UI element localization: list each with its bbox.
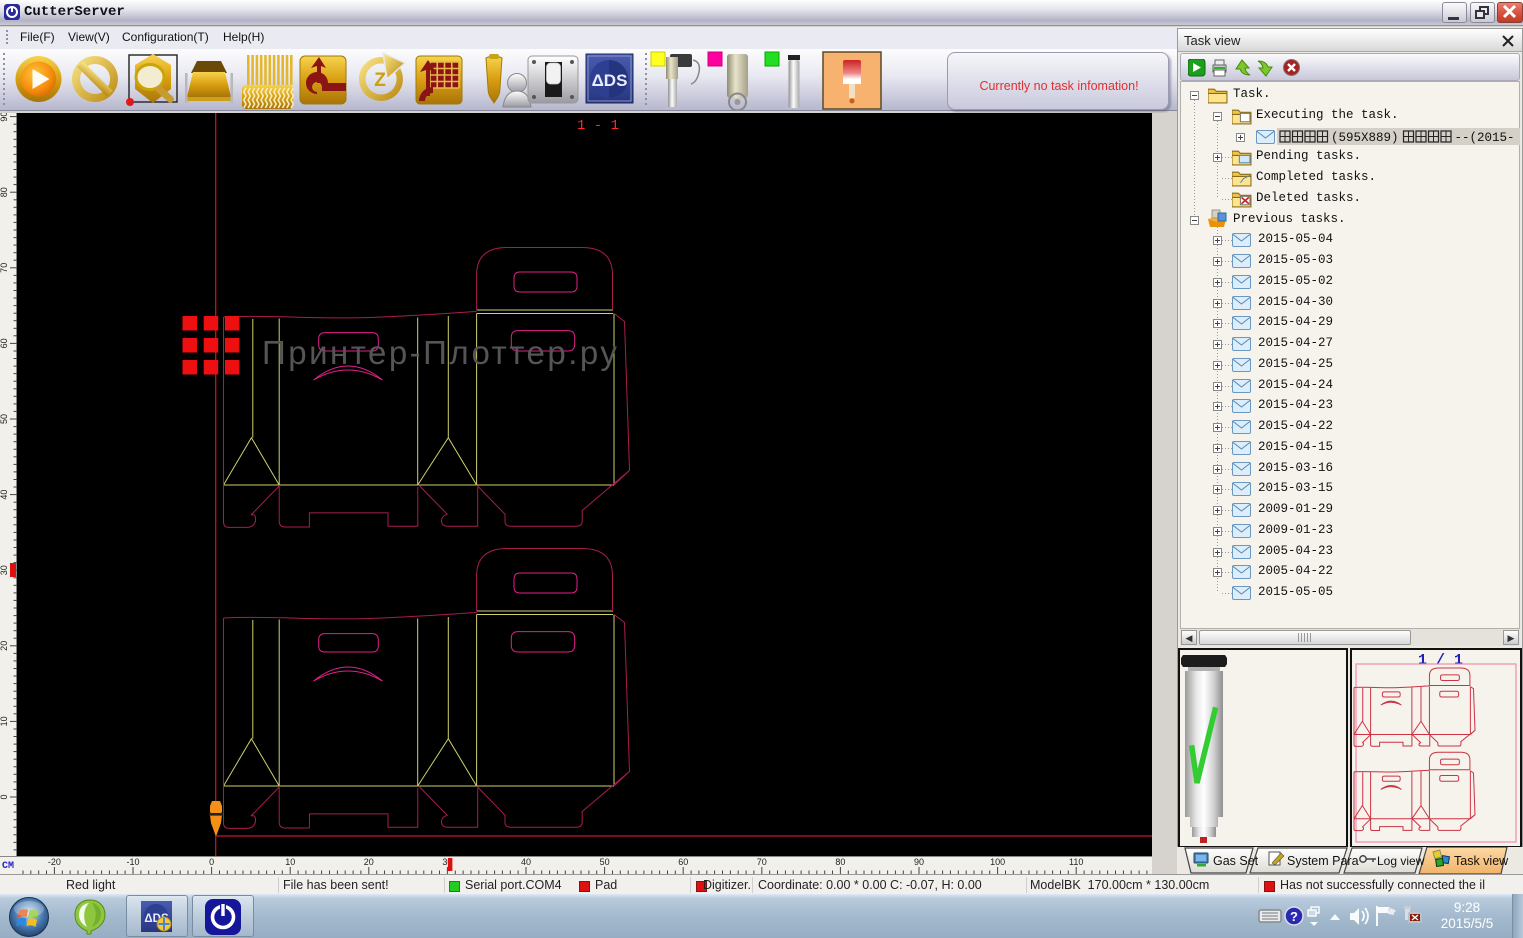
svg-text:CM: CM bbox=[2, 861, 14, 872]
svg-text:?: ? bbox=[1290, 909, 1298, 924]
svg-text:10: 10 bbox=[285, 857, 295, 867]
svg-text:Z: Z bbox=[374, 70, 386, 91]
svg-text:50: 50 bbox=[600, 857, 610, 867]
svg-text:20: 20 bbox=[364, 857, 374, 867]
svg-text:0: 0 bbox=[0, 794, 9, 799]
svg-text:30: 30 bbox=[0, 565, 9, 575]
svg-text:(595X889): (595X889) bbox=[1331, 131, 1399, 144]
svg-text:0: 0 bbox=[209, 857, 214, 867]
svg-text:100: 100 bbox=[990, 857, 1005, 867]
svg-text:10: 10 bbox=[0, 716, 9, 726]
svg-text:1 / 1: 1 / 1 bbox=[1418, 652, 1463, 669]
svg-text:80: 80 bbox=[0, 187, 9, 197]
svg-text:80: 80 bbox=[835, 857, 845, 867]
svg-text:-20: -20 bbox=[48, 857, 61, 867]
svg-text:System Para: System Para bbox=[1287, 854, 1359, 868]
svg-text:50: 50 bbox=[0, 414, 9, 424]
svg-text:Принтер-Плоттер.ру: Принтер-Плоттер.ру bbox=[262, 334, 619, 371]
svg-text:90: 90 bbox=[914, 857, 924, 867]
svg-text:1 - 1: 1 - 1 bbox=[577, 118, 619, 134]
svg-text:Task view: Task view bbox=[1454, 854, 1509, 868]
svg-text:ΔDS: ΔDS bbox=[592, 71, 628, 90]
svg-text:70: 70 bbox=[757, 857, 767, 867]
svg-text:Log view: Log view bbox=[1377, 854, 1425, 868]
svg-text:60: 60 bbox=[0, 338, 9, 348]
svg-text:40: 40 bbox=[521, 857, 531, 867]
svg-text:110: 110 bbox=[1069, 857, 1083, 867]
svg-text:70: 70 bbox=[0, 263, 9, 273]
svg-text:Gas Set: Gas Set bbox=[1213, 854, 1259, 868]
svg-text:--(2015-: --(2015- bbox=[1455, 131, 1515, 144]
svg-text:20: 20 bbox=[0, 641, 9, 651]
svg-text:-10: -10 bbox=[126, 857, 139, 867]
svg-text:40: 40 bbox=[0, 490, 9, 500]
svg-text:60: 60 bbox=[678, 857, 688, 867]
svg-text:90: 90 bbox=[0, 113, 9, 122]
